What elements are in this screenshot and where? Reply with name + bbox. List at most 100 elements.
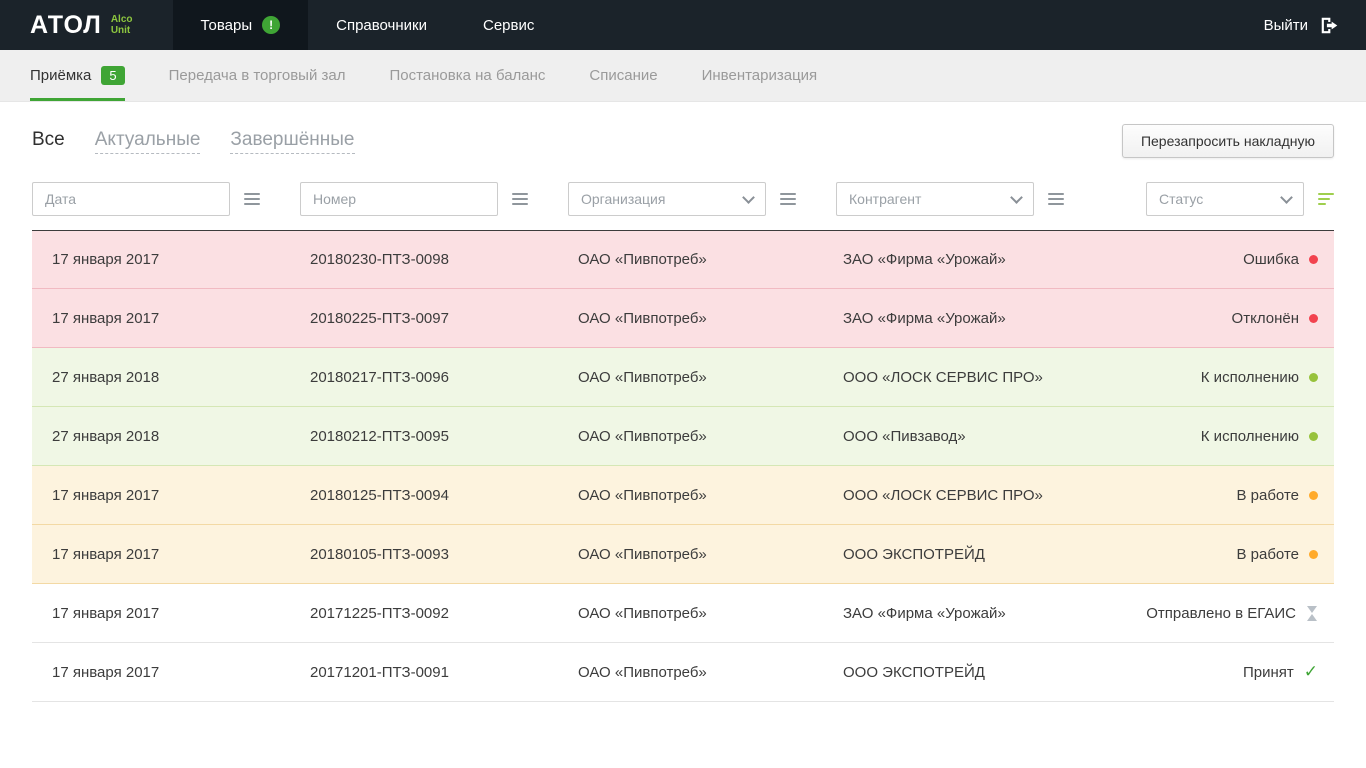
- cell-counterparty: ООО «Пивзавод»: [843, 428, 1201, 445]
- tab-priemka[interactable]: Приёмка 5: [30, 50, 125, 101]
- check-icon: [1304, 663, 1318, 681]
- cell-date: 17 января 2017: [32, 251, 310, 268]
- table-row[interactable]: 17 января 2017 20180105-ПТЗ-0093 ОАО «Пи…: [32, 525, 1334, 584]
- status-icon: [1309, 550, 1318, 559]
- cell-date: 27 января 2018: [32, 428, 310, 445]
- filter-group-number: [300, 182, 528, 216]
- cell-number: 20180125-ПТЗ-0094: [310, 487, 578, 504]
- table-row[interactable]: 27 января 2018 20180217-ПТЗ-0096 ОАО «Пи…: [32, 348, 1334, 407]
- cell-status: В работе: [1236, 487, 1334, 504]
- status-icon: [1309, 491, 1318, 500]
- status-select[interactable]: Статус: [1146, 182, 1304, 216]
- cell-number: 20180225-ПТЗ-0097: [310, 310, 578, 327]
- tab-spisanie[interactable]: Списание: [589, 50, 657, 101]
- cell-date: 17 января 2017: [32, 605, 310, 622]
- cell-number: 20180212-ПТЗ-0095: [310, 428, 578, 445]
- cell-organization: ОАО «Пивпотреб»: [578, 664, 843, 681]
- alert-badge: !: [262, 16, 280, 34]
- counterparty-select[interactable]: Контрагент: [836, 182, 1034, 216]
- view-filter-row: Все Актуальные Завершённые Перезапросить…: [32, 124, 1334, 158]
- view-completed[interactable]: Завершённые: [230, 129, 354, 154]
- cell-organization: ОАО «Пивпотреб»: [578, 310, 843, 327]
- table-row[interactable]: 17 января 2017 20171201-ПТЗ-0091 ОАО «Пи…: [32, 643, 1334, 702]
- view-links: Все Актуальные Завершённые: [32, 129, 355, 154]
- status-icon: [1309, 255, 1318, 264]
- chevron-down-icon: [742, 191, 755, 204]
- table-row[interactable]: 27 января 2018 20180212-ПТЗ-0095 ОАО «Пи…: [32, 407, 1334, 466]
- view-actual[interactable]: Актуальные: [95, 129, 201, 154]
- cell-counterparty: ООО ЭКСПОТРЕЙД: [843, 546, 1236, 563]
- logout-button[interactable]: Выйти: [1238, 0, 1366, 50]
- cell-number: 20180217-ПТЗ-0096: [310, 369, 578, 386]
- cell-date: 17 января 2017: [32, 310, 310, 327]
- number-filter-input[interactable]: [300, 182, 498, 216]
- cell-status: Ошибка: [1243, 251, 1334, 268]
- chevron-down-icon: [1280, 191, 1293, 204]
- table-row[interactable]: 17 января 2017 20171225-ПТЗ-0092 ОАО «Пи…: [32, 584, 1334, 643]
- nav-item-directories[interactable]: Справочники: [308, 0, 455, 50]
- cell-number: 20180230-ПТЗ-0098: [310, 251, 578, 268]
- cell-counterparty: ООО «ЛОСК СЕРВИС ПРО»: [843, 487, 1236, 504]
- filter-group-counterparty: Контрагент: [836, 182, 1064, 216]
- main-nav: Товары ! Справочники Сервис: [173, 0, 563, 50]
- nav-item-service[interactable]: Сервис: [455, 0, 562, 50]
- cell-organization: ОАО «Пивпотреб»: [578, 546, 843, 563]
- cell-status: Отклонён: [1232, 310, 1334, 327]
- status-icon: [1309, 373, 1318, 382]
- cell-number: 20171225-ПТЗ-0092: [310, 605, 578, 622]
- tab-postanovka[interactable]: Постановка на баланс: [389, 50, 545, 101]
- content: Все Актуальные Завершённые Перезапросить…: [0, 124, 1366, 702]
- cell-organization: ОАО «Пивпотреб»: [578, 605, 843, 622]
- filter-group-organization: Организация: [568, 182, 796, 216]
- cell-status: В работе: [1236, 546, 1334, 563]
- cell-date: 17 января 2017: [32, 546, 310, 563]
- status-icon: [1309, 314, 1318, 323]
- sort-icon[interactable]: [780, 190, 796, 208]
- status-icon: [1309, 432, 1318, 441]
- cell-counterparty: ООО «ЛОСК СЕРВИС ПРО»: [843, 369, 1201, 386]
- cell-organization: ОАО «Пивпотреб»: [578, 369, 843, 386]
- cell-counterparty: ЗАО «Фирма «Урожай»: [843, 251, 1243, 268]
- count-badge: 5: [101, 66, 124, 86]
- cell-number: 20180105-ПТЗ-0093: [310, 546, 578, 563]
- cell-counterparty: ЗАО «Фирма «Урожай»: [843, 605, 1146, 622]
- cell-status: Отправлено в ЕГАИС: [1146, 605, 1334, 622]
- cell-date: 17 января 2017: [32, 487, 310, 504]
- filter-group-status: Статус: [1146, 182, 1334, 216]
- cell-status: К исполнению: [1201, 369, 1334, 386]
- tab-inventarizaciya[interactable]: Инвентаризация: [702, 50, 818, 101]
- product-name: Alco Unit: [111, 14, 133, 37]
- brand-name: АТОЛ: [30, 13, 102, 38]
- sort-icon[interactable]: [1048, 190, 1064, 208]
- table-row[interactable]: 17 января 2017 20180125-ПТЗ-0094 ОАО «Пи…: [32, 466, 1334, 525]
- tab-peredacha[interactable]: Передача в торговый зал: [169, 50, 346, 101]
- topbar: АТОЛ Alco Unit Товары ! Справочники Серв…: [0, 0, 1366, 50]
- table-row[interactable]: 17 января 2017 20180230-ПТЗ-0098 ОАО «Пи…: [32, 230, 1334, 289]
- sort-icon[interactable]: [244, 190, 260, 208]
- sort-icon[interactable]: [512, 190, 528, 208]
- hourglass-icon: [1306, 605, 1318, 622]
- organization-select[interactable]: Организация: [568, 182, 766, 216]
- cell-date: 27 января 2018: [32, 369, 310, 386]
- cell-organization: ОАО «Пивпотреб»: [578, 251, 843, 268]
- logout-icon: [1319, 16, 1340, 35]
- cell-number: 20171201-ПТЗ-0091: [310, 664, 578, 681]
- chevron-down-icon: [1010, 191, 1023, 204]
- cell-date: 17 января 2017: [32, 664, 310, 681]
- brand-logo: АТОЛ Alco Unit: [0, 0, 163, 50]
- cell-organization: ОАО «Пивпотреб»: [578, 428, 843, 445]
- date-filter-input[interactable]: [32, 182, 230, 216]
- cell-status: К исполнению: [1201, 428, 1334, 445]
- cell-status: Принят: [1243, 663, 1334, 681]
- table-row[interactable]: 17 января 2017 20180225-ПТЗ-0097 ОАО «Пи…: [32, 289, 1334, 348]
- filter-group-date: [32, 182, 260, 216]
- nav-item-goods[interactable]: Товары !: [173, 0, 309, 50]
- invoices-table: 17 января 2017 20180230-ПТЗ-0098 ОАО «Пи…: [32, 230, 1334, 702]
- refresh-invoice-button[interactable]: Перезапросить накладную: [1122, 124, 1334, 158]
- cell-counterparty: ЗАО «Фирма «Урожай»: [843, 310, 1232, 327]
- sort-icon-active[interactable]: [1318, 190, 1334, 208]
- cell-organization: ОАО «Пивпотреб»: [578, 487, 843, 504]
- cell-counterparty: ООО ЭКСПОТРЕЙД: [843, 664, 1243, 681]
- view-all[interactable]: Все: [32, 129, 65, 153]
- column-filters: Организация Контрагент Статус: [32, 182, 1334, 216]
